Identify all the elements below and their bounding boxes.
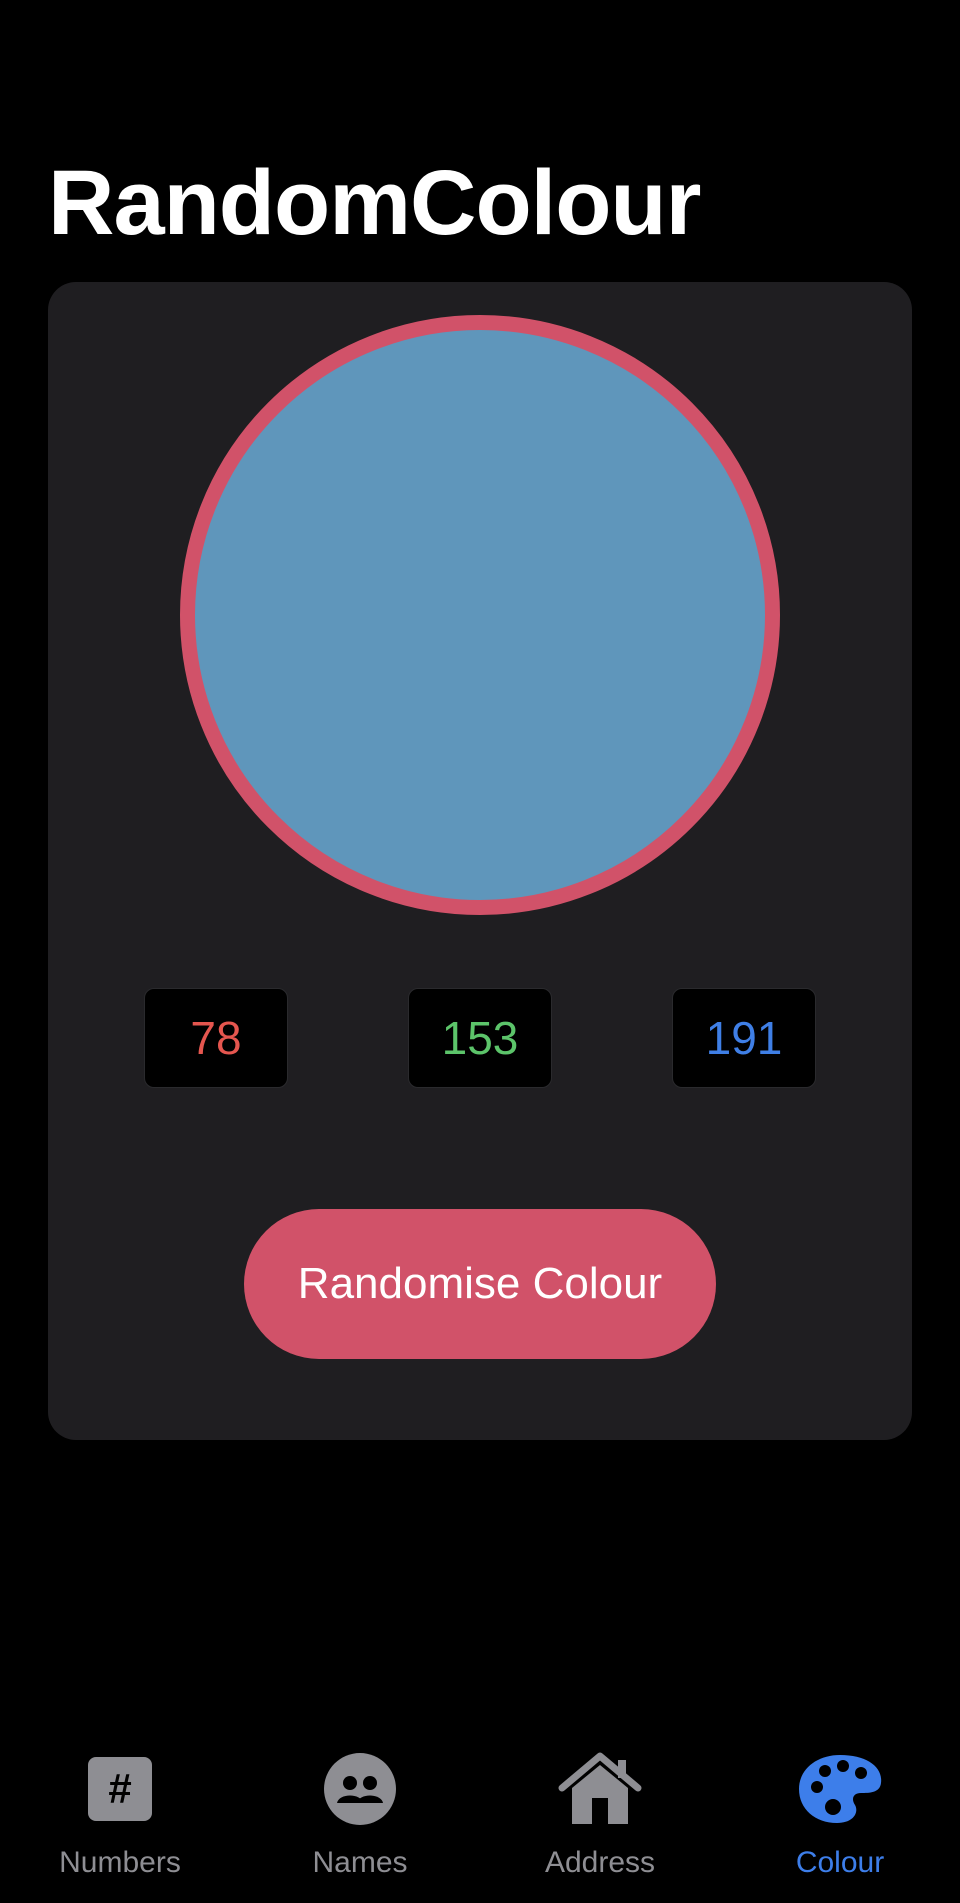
tab-names[interactable]: Names [240, 1730, 480, 1903]
tab-bar: # Numbers Names Address Colour [0, 1730, 960, 1903]
svg-text:#: # [108, 1765, 131, 1812]
colour-swatch [180, 315, 780, 915]
page-title: RandomColour [48, 152, 701, 254]
tab-address[interactable]: Address [480, 1730, 720, 1903]
tab-numbers[interactable]: # Numbers [0, 1730, 240, 1903]
tab-label: Numbers [59, 1846, 181, 1879]
randomise-colour-button[interactable]: Randomise Colour [244, 1209, 716, 1359]
house-icon [555, 1744, 645, 1834]
hash-icon: # [75, 1744, 165, 1834]
tab-label: Address [544, 1846, 656, 1879]
screen: RandomColour 78 153 191 Randomise Colour… [0, 0, 960, 1903]
tab-label: Colour [795, 1846, 885, 1879]
red-value: 78 [144, 988, 288, 1088]
blue-value: 191 [672, 988, 816, 1088]
green-value: 153 [408, 988, 552, 1088]
palette-icon [795, 1744, 885, 1834]
tab-label: Names [312, 1846, 408, 1879]
people-icon [315, 1744, 405, 1834]
tab-colour[interactable]: Colour [720, 1730, 960, 1903]
